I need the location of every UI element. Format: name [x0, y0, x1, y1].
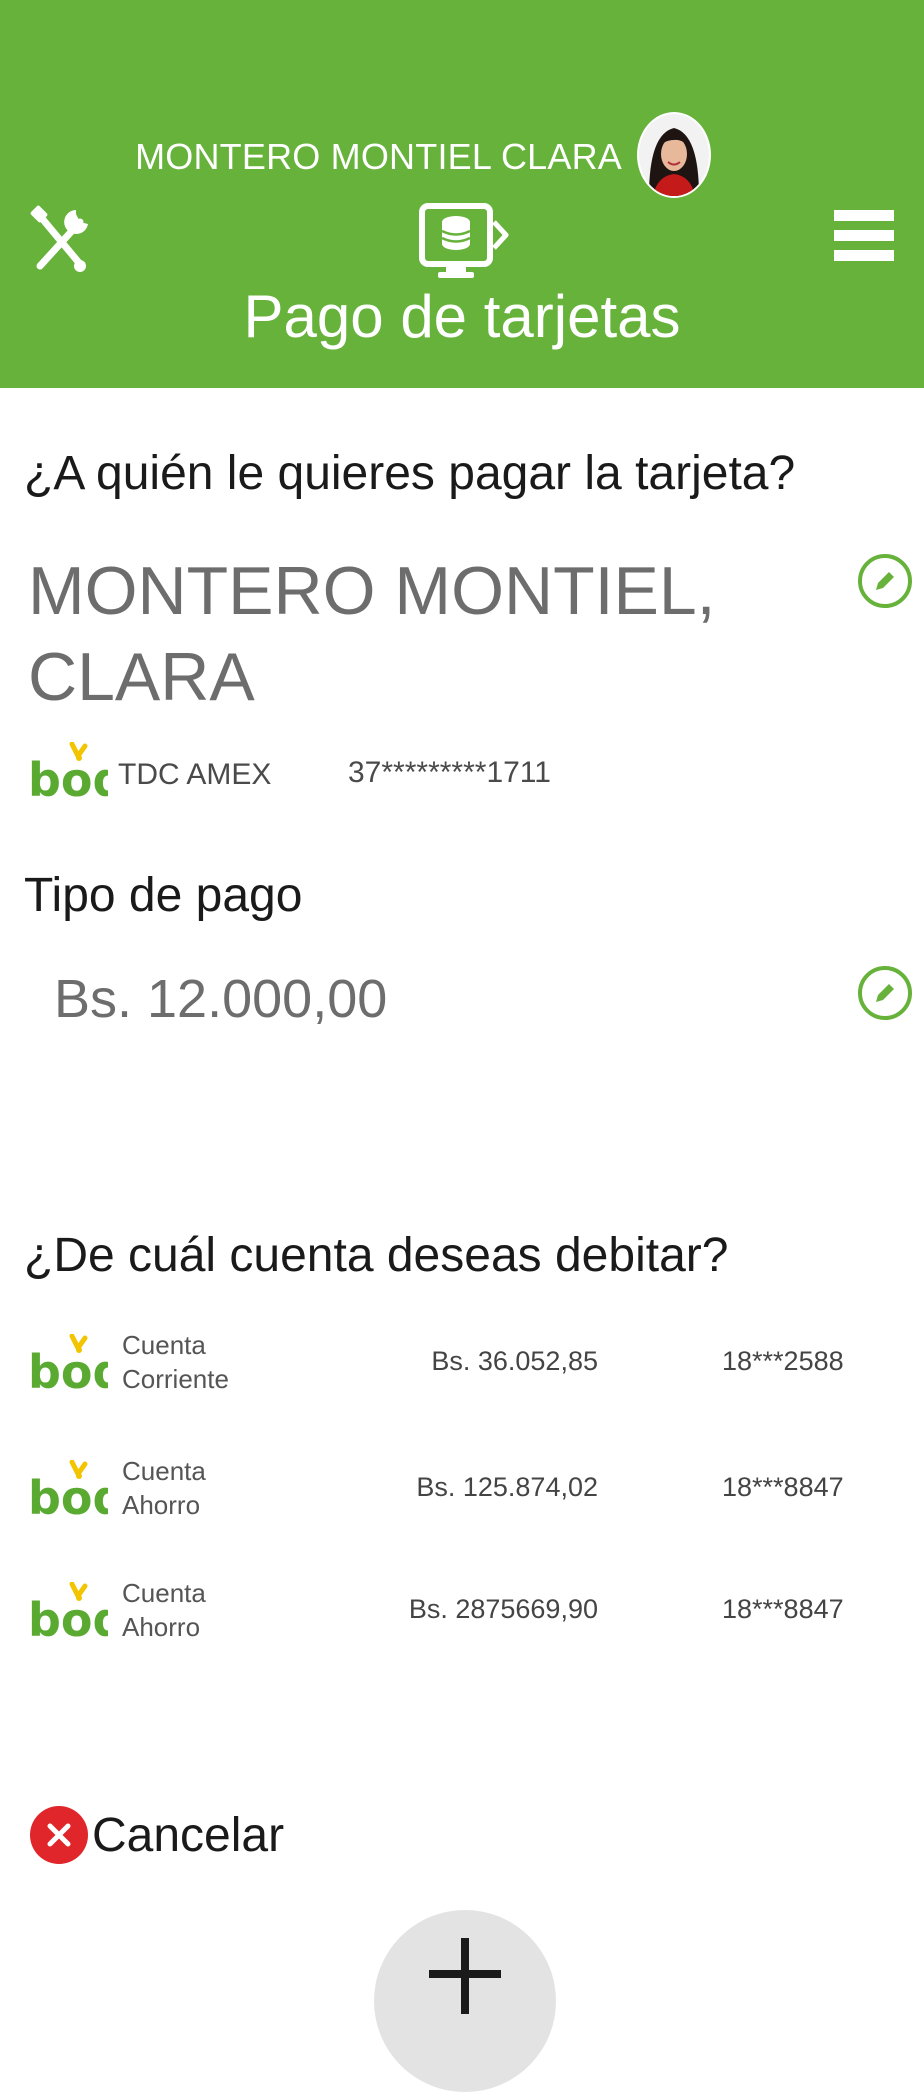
account-type-line1: Cuenta [122, 1330, 206, 1360]
payee-name: MONTERO MONTIEL, CLARA [28, 548, 728, 720]
account-type: Cuenta Corriente [122, 1328, 229, 1396]
card-type: TDC AMEX [118, 758, 272, 791]
close-icon [30, 1806, 88, 1864]
account-balance: Bs. 36.052,85 [431, 1346, 598, 1376]
card-payment-icon [418, 202, 510, 282]
account-number: 18***8847 [722, 1594, 844, 1624]
account-balance: Bs. 2875669,90 [408, 1594, 598, 1624]
edit-amount-button[interactable] [858, 966, 912, 1020]
tools-icon[interactable] [28, 204, 92, 278]
account-type-line2: Corriente [122, 1364, 229, 1394]
svg-text:bod: bod [28, 1471, 108, 1520]
pencil-icon [876, 572, 894, 590]
payment-type-heading: Tipo de pago [24, 869, 303, 922]
account-type-line2: Ahorro [122, 1490, 201, 1520]
bod-logo-icon: bod [28, 1459, 125, 1525]
menu-icon[interactable] [834, 208, 896, 264]
cancel-button[interactable]: Cancelar [30, 1800, 310, 1870]
account-type-line1: Cuenta [122, 1578, 206, 1608]
payee-question: ¿A quién le quieres pagar la tarjeta? [24, 447, 796, 500]
add-button[interactable] [374, 1910, 556, 2092]
pencil-icon [876, 984, 894, 1002]
payment-amount: Bs. 12.000,00 [54, 969, 388, 1029]
page-title: Pago de tarjetas [243, 283, 681, 350]
svg-text:bod: bod [28, 1593, 108, 1642]
edit-payee-button[interactable] [858, 554, 912, 608]
account-type-line2: Ahorro [122, 1612, 201, 1642]
debit-account-question: ¿De cuál cuenta deseas debitar? [24, 1229, 729, 1282]
plus-icon [429, 1938, 501, 2014]
bod-logo-icon: bod [28, 1581, 125, 1647]
card-number: 37*********1711 [348, 756, 551, 789]
bod-logo-icon: bod [28, 741, 125, 807]
user-row: MONTERO MONTIEL CLARA [0, 112, 924, 202]
app-header: MONTERO MONTIEL CLARA Pago de tarjetas [0, 0, 924, 388]
svg-text:bod: bod [28, 1345, 108, 1394]
user-name: MONTERO MONTIEL CLARA [135, 136, 622, 177]
account-balance: Bs. 125.874,02 [416, 1472, 598, 1502]
account-type: Cuenta Ahorro [122, 1454, 206, 1522]
account-row[interactable]: bod Cuenta Ahorro Bs. 2875669,90 18***88… [0, 1576, 924, 1676]
cancel-label: Cancelar [92, 1808, 285, 1862]
account-row[interactable]: bod Cuenta Corriente Bs. 36.052,85 18***… [0, 1328, 924, 1428]
account-row[interactable]: bod Cuenta Ahorro Bs. 125.874,02 18***88… [0, 1454, 924, 1554]
payee-name-line2: CLARA [28, 639, 255, 715]
account-number: 18***2588 [722, 1346, 844, 1376]
payee-name-line1: MONTERO MONTIEL, [28, 553, 716, 629]
bod-logo-icon: bod [28, 1333, 125, 1399]
avatar[interactable] [637, 112, 711, 198]
account-number: 18***8847 [722, 1472, 844, 1502]
svg-text:bod: bod [28, 753, 108, 802]
account-type: Cuenta Ahorro [122, 1576, 206, 1644]
account-type-line1: Cuenta [122, 1456, 206, 1486]
